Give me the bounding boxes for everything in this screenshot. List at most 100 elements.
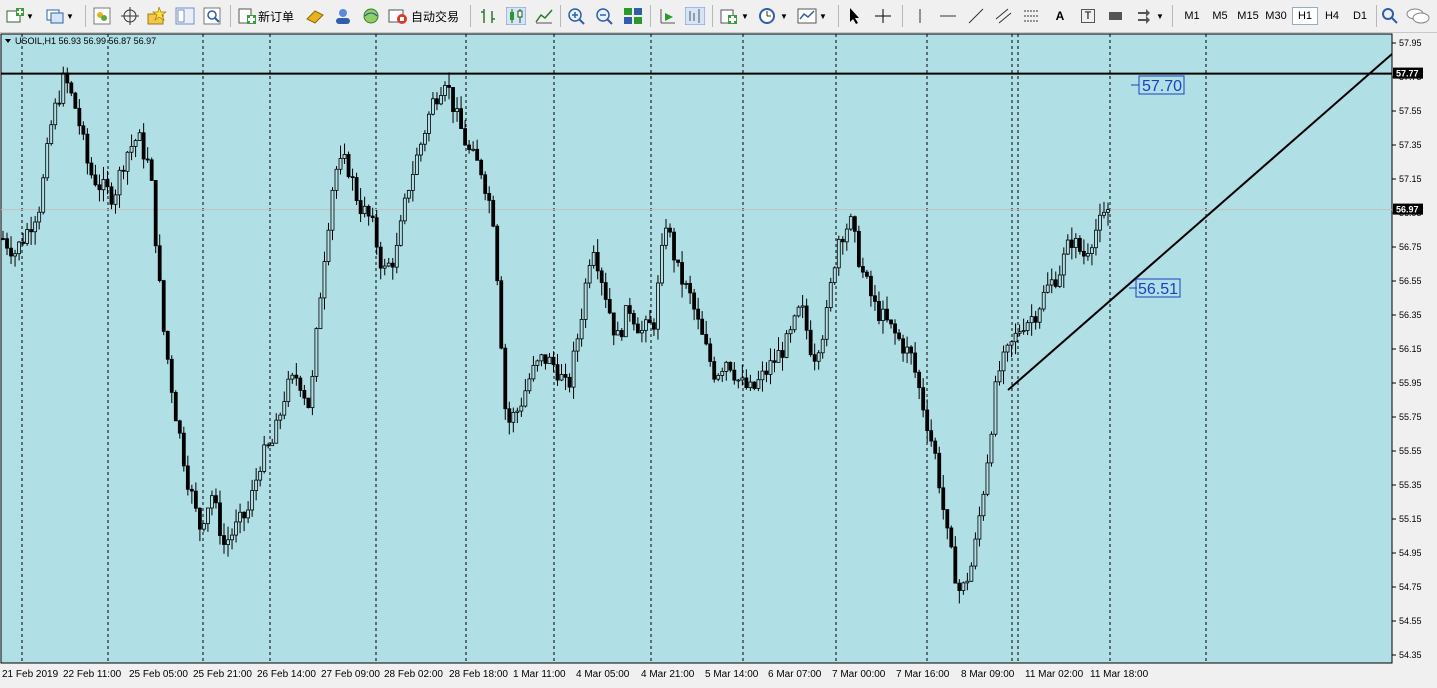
candle-body bbox=[736, 379, 741, 382]
candle-body bbox=[804, 305, 809, 331]
horizontal-line-tool-button[interactable] bbox=[938, 5, 958, 27]
candle-body bbox=[704, 333, 709, 345]
timeframe-m5[interactable]: M5 bbox=[1207, 7, 1233, 25]
candle-body bbox=[760, 370, 765, 381]
price-axis-label: 55.95 bbox=[1399, 378, 1422, 388]
search-button[interactable] bbox=[1380, 5, 1400, 27]
auto-scroll-button[interactable] bbox=[657, 5, 677, 27]
trendline-price-label-upper: 57.70 bbox=[1131, 75, 1185, 95]
timeframe-d1[interactable]: D1 bbox=[1347, 7, 1373, 25]
candle-body bbox=[242, 511, 246, 519]
candle-body bbox=[246, 509, 251, 519]
chart-window[interactable]: 57.9557.7557.5557.3557.1556.9556.7556.55… bbox=[0, 33, 1437, 688]
metaeditor-button[interactable] bbox=[305, 5, 325, 27]
candle-body bbox=[973, 538, 978, 567]
vertical-line-tool-button[interactable] bbox=[910, 5, 930, 27]
chat-button[interactable] bbox=[1406, 5, 1430, 27]
chart-plot-area[interactable] bbox=[0, 33, 1393, 664]
equidistant-channel-tool-button[interactable] bbox=[994, 5, 1014, 27]
candle-body bbox=[1041, 291, 1046, 310]
favorites-button[interactable] bbox=[147, 5, 167, 27]
candle-body bbox=[451, 87, 455, 113]
candle-body bbox=[250, 490, 255, 511]
timeframe-h4[interactable]: H4 bbox=[1319, 7, 1345, 25]
chevron-down-icon: ▼ bbox=[780, 11, 788, 21]
candle-body bbox=[547, 356, 552, 364]
zoom-in-button[interactable] bbox=[567, 5, 587, 27]
timeframe-m1[interactable]: M1 bbox=[1179, 7, 1205, 25]
arrows-tool-button[interactable]: ▼ bbox=[1134, 5, 1164, 27]
periods-button[interactable]: ▼ bbox=[758, 5, 788, 27]
candle-body bbox=[459, 108, 463, 129]
price-chart[interactable]: 57.9557.7557.5557.3557.1556.9556.7556.55… bbox=[0, 33, 1437, 688]
signals-button[interactable] bbox=[361, 5, 381, 27]
new-order-button[interactable]: 新订单 bbox=[238, 5, 294, 27]
candle-body bbox=[1005, 344, 1010, 353]
candle-body bbox=[491, 200, 496, 227]
zoom-in-icon bbox=[568, 8, 585, 25]
tile-windows-button[interactable] bbox=[623, 5, 643, 27]
candle-body bbox=[527, 378, 532, 392]
candle-body bbox=[712, 361, 717, 380]
text-label-tool-button[interactable]: T bbox=[1078, 5, 1098, 27]
indicators-button[interactable]: ▼ bbox=[719, 5, 749, 27]
trendline-tool-button[interactable] bbox=[966, 5, 986, 27]
candle-body bbox=[828, 282, 833, 308]
cursor-tool-button[interactable] bbox=[845, 5, 865, 27]
new-chart-button[interactable]: ▼ bbox=[6, 5, 34, 27]
price-axis-label: 54.95 bbox=[1399, 548, 1422, 558]
candle-body bbox=[495, 225, 500, 282]
shapes-tool-button[interactable] bbox=[1106, 5, 1126, 27]
strategy-tester-button[interactable] bbox=[203, 5, 223, 27]
candle-body bbox=[696, 308, 701, 320]
price-axis-label: 54.75 bbox=[1399, 582, 1422, 592]
candle-body bbox=[700, 318, 705, 335]
candle-body bbox=[511, 412, 516, 423]
fibonacci-tool-button[interactable] bbox=[1022, 5, 1042, 27]
crosshair-tool-button[interactable] bbox=[873, 5, 893, 27]
zoom-out-button[interactable] bbox=[595, 5, 615, 27]
candle-body bbox=[615, 330, 620, 336]
candle-body bbox=[467, 144, 472, 151]
bar-chart-button[interactable] bbox=[478, 5, 498, 27]
candle-body bbox=[165, 330, 170, 360]
terminal-button[interactable] bbox=[333, 5, 353, 27]
candle-body bbox=[535, 360, 540, 366]
candle-body bbox=[917, 371, 922, 389]
candle-body bbox=[873, 295, 877, 302]
profiles-button[interactable]: ▼ bbox=[46, 5, 74, 27]
text-tool-button[interactable]: A bbox=[1050, 5, 1070, 27]
candle-body bbox=[611, 312, 616, 336]
price-axis-label: 54.55 bbox=[1399, 616, 1422, 626]
candle-body bbox=[423, 133, 427, 145]
line-chart-button[interactable] bbox=[534, 5, 554, 27]
time-axis-label: 6 Mar 07:00 bbox=[768, 669, 822, 680]
candle-body bbox=[652, 322, 656, 330]
candle-body bbox=[398, 220, 403, 246]
templates-button[interactable]: ▼ bbox=[797, 5, 827, 27]
data-window-button[interactable] bbox=[175, 5, 195, 27]
candle-body bbox=[197, 507, 202, 530]
chevron-down-icon: ▼ bbox=[66, 11, 74, 21]
price-axis-label: 56.75 bbox=[1399, 242, 1422, 252]
candle-body bbox=[310, 375, 315, 409]
candle-body bbox=[1069, 239, 1074, 248]
candle-body bbox=[941, 487, 946, 510]
candle-body bbox=[732, 369, 737, 381]
candle-body bbox=[555, 364, 560, 381]
candle-body bbox=[334, 168, 339, 191]
candle-body bbox=[591, 252, 596, 266]
time-axis-label: 25 Feb 05:00 bbox=[129, 669, 188, 680]
market-watch-button[interactable] bbox=[92, 5, 112, 27]
navigator-button[interactable] bbox=[120, 5, 140, 27]
candle-body bbox=[752, 381, 757, 389]
timeframe-m30[interactable]: M30 bbox=[1263, 7, 1289, 25]
bar-chart-icon bbox=[481, 9, 495, 23]
timeframe-m15[interactable]: M15 bbox=[1235, 7, 1261, 25]
candlestick-chart-button[interactable] bbox=[506, 5, 526, 27]
candle-body bbox=[627, 305, 632, 314]
chart-shift-button[interactable] bbox=[685, 5, 705, 27]
auto-trading-button[interactable]: 自动交易 bbox=[388, 5, 459, 27]
timeframe-h1[interactable]: H1 bbox=[1292, 7, 1318, 25]
time-axis-label: 11 Mar 02:00 bbox=[1025, 669, 1084, 680]
